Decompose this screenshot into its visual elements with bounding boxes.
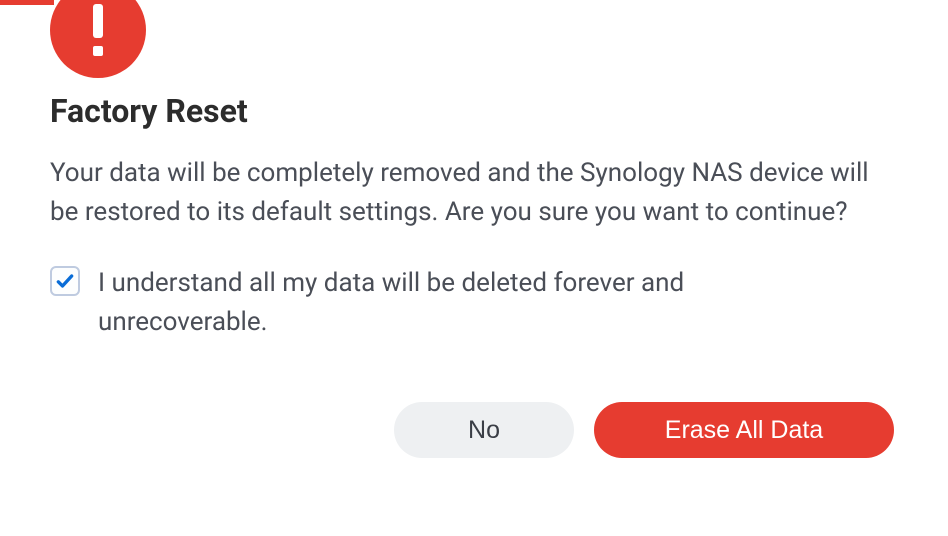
checkmark-icon bbox=[55, 271, 75, 291]
exclamation-bar bbox=[93, 4, 103, 38]
confirm-checkbox[interactable] bbox=[50, 266, 80, 296]
exclamation-dot bbox=[93, 46, 103, 56]
confirm-checkbox-label: I understand all my data will be deleted… bbox=[98, 264, 858, 342]
no-button[interactable]: No bbox=[394, 402, 574, 458]
dialog-title: Factory Reset bbox=[50, 0, 898, 130]
factory-reset-dialog: Factory Reset Your data will be complete… bbox=[0, 0, 948, 458]
dialog-button-row: No Erase All Data bbox=[50, 402, 898, 458]
dialog-body-text: Your data will be completely removed and… bbox=[50, 154, 898, 232]
erase-all-data-button[interactable]: Erase All Data bbox=[594, 402, 894, 458]
confirm-checkbox-row: I understand all my data will be deleted… bbox=[50, 264, 898, 342]
